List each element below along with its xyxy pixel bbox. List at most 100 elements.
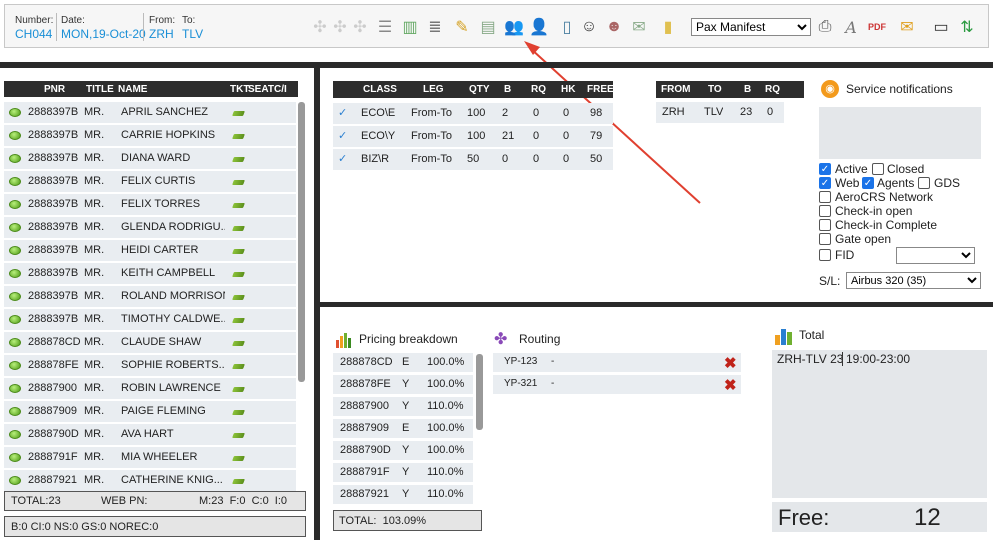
- legs-to: TLV: [704, 106, 724, 118]
- closed-checkbox[interactable]: [872, 163, 884, 175]
- free-box: Free: 12: [772, 502, 987, 532]
- pricing-row[interactable]: 2888790D Y 100.0%: [333, 441, 473, 460]
- pax-name: FELIX TORRES: [121, 198, 201, 210]
- pax-name: APRIL SANCHEZ: [121, 106, 209, 118]
- class-code: ECO\E: [361, 107, 396, 119]
- pricing-pnr: 288878CD: [340, 356, 393, 368]
- class-row[interactable]: ✓ ECO\Y From-To 100 21 0 0 79: [333, 126, 613, 147]
- checkin-status-icon: [9, 108, 21, 117]
- pax-row[interactable]: 2888397B MR. FELIX CURTIS: [4, 171, 296, 192]
- pax-row[interactable]: 2888397B MR. FELIX TORRES: [4, 194, 296, 215]
- col-seat: SEAT: [248, 84, 274, 95]
- checkin-status-icon: [9, 246, 21, 255]
- checkin-status-icon: [9, 131, 21, 140]
- pax-total: TOTAL:23: [11, 495, 61, 507]
- checkin-open-label: Check-in open: [835, 204, 913, 218]
- pax-title: MR.: [84, 313, 105, 325]
- web-checkbox[interactable]: ✓: [819, 177, 831, 189]
- total-title: Total: [799, 328, 825, 342]
- pricing-row[interactable]: 2888791F Y 110.0%: [333, 463, 473, 482]
- routing-row[interactable]: YP-123 - ✖: [493, 353, 741, 372]
- pricing-percent: 100.0%: [427, 422, 465, 434]
- gate-open-checkbox[interactable]: [819, 233, 831, 245]
- fid-checkbox[interactable]: [819, 249, 831, 261]
- pax-totals: TOTAL:23 WEB PN: M:23 F:0 C:0 I:0: [4, 491, 306, 511]
- checkin-complete-checkbox[interactable]: [819, 219, 831, 231]
- pax-name: MIA WHEELER: [121, 451, 198, 463]
- pax-scrollbar[interactable]: [298, 102, 305, 382]
- col-to: TO: [708, 84, 722, 95]
- pax-row[interactable]: 2888397B MR. CARRIE HOPKINS: [4, 125, 296, 146]
- pax-pnr: 2888397B: [28, 221, 79, 233]
- checkin-status-icon: [9, 476, 21, 485]
- checkin-status-icon: [9, 361, 21, 370]
- gate-open-label: Gate open: [835, 232, 892, 246]
- aerocrs-checkbox[interactable]: [819, 191, 831, 203]
- pax-row[interactable]: 2888790D MR. AVA HART: [4, 424, 296, 445]
- divider: [842, 352, 843, 366]
- pax-row[interactable]: 28887900 MR. ROBIN LAWRENCE: [4, 378, 296, 399]
- fid-select[interactable]: [896, 247, 975, 264]
- ticket-icon: [232, 203, 245, 208]
- pax-row[interactable]: 288878FE MR. SOPHIE ROBERTS...: [4, 355, 296, 376]
- pricing-row[interactable]: 288878FE Y 100.0%: [333, 375, 473, 394]
- checkin-status-icon: [9, 177, 21, 186]
- pax-row[interactable]: 2888397B MR. HEIDI CARTER: [4, 240, 296, 261]
- pax-row[interactable]: 2888397B MR. KEITH CAMPBELL: [4, 263, 296, 284]
- pax-row[interactable]: 28887909 MR. PAIGE FLEMING: [4, 401, 296, 422]
- class-qty: 100: [467, 107, 486, 119]
- pricing-scrollbar[interactable]: [476, 354, 483, 430]
- class-row[interactable]: ✓ BIZ\R From-To 50 0 0 0 50: [333, 149, 613, 170]
- delete-icon[interactable]: ✖: [724, 354, 737, 372]
- pricing-row[interactable]: 28887900 Y 110.0%: [333, 397, 473, 416]
- agents-checkbox[interactable]: ✓: [862, 177, 874, 189]
- sl-select[interactable]: Airbus 320 (35): [846, 272, 981, 289]
- pax-row[interactable]: 2888397B MR. ROLAND MORRISON: [4, 286, 296, 307]
- ticket-icon: [232, 295, 245, 300]
- class-code: BIZ\R: [361, 153, 390, 165]
- pricing-total-bar: TOTAL: 103.09%: [333, 510, 482, 531]
- ticket-icon: [232, 249, 245, 254]
- routing-row[interactable]: YP-321 - ✖: [493, 375, 741, 394]
- pricing-chart-icon: [335, 330, 353, 348]
- pax-pnr: 2888397B: [28, 175, 79, 187]
- pax-row[interactable]: 28887921 MR. CATHERINE KNIG...: [4, 470, 296, 491]
- free-label: Free:: [778, 505, 830, 530]
- col-legs-b: B: [744, 84, 752, 95]
- active-checkbox[interactable]: ✓: [819, 163, 831, 175]
- pax-name: ROBIN LAWRENCE: [121, 382, 221, 394]
- pricing-row[interactable]: 288878CD E 100.0%: [333, 353, 473, 372]
- pax-row[interactable]: 2888397B MR. APRIL SANCHEZ: [4, 102, 296, 123]
- legs-from: ZRH: [662, 106, 685, 118]
- pricing-percent: 100.0%: [427, 356, 465, 368]
- divider-middle: [320, 302, 993, 307]
- class-row[interactable]: ✓ ECO\E From-To 100 2 0 0 98: [333, 103, 613, 124]
- puzzle-icon: ✤: [494, 331, 508, 348]
- checkin-status-icon: [9, 223, 21, 232]
- pax-name: HEIDI CARTER: [121, 244, 199, 256]
- closed-label: Closed: [887, 162, 925, 176]
- pricing-row[interactable]: 28887921 Y 110.0%: [333, 485, 473, 504]
- checkin-status-icon: [9, 384, 21, 393]
- pax-name: SOPHIE ROBERTS...: [121, 359, 225, 371]
- pax-title: MR.: [84, 336, 105, 348]
- pax-title: MR.: [84, 428, 105, 440]
- legs-header: FROM TO B RQ: [656, 81, 804, 98]
- pax-title: MR.: [84, 129, 105, 141]
- pax-title: MR.: [84, 359, 105, 371]
- legs-row[interactable]: ZRH TLV 23 0: [656, 102, 784, 123]
- ticket-icon: [232, 364, 245, 369]
- gds-checkbox[interactable]: [918, 177, 930, 189]
- pax-row[interactable]: 2888791F MR. MIA WHEELER: [4, 447, 296, 468]
- pax-row[interactable]: 2888397B MR. DIANA WARD: [4, 148, 296, 169]
- pax-row[interactable]: 2888397B MR. TIMOTHY CALDWE...: [4, 309, 296, 330]
- pax-row[interactable]: 288878CD MR. CLAUDE SHAW: [4, 332, 296, 353]
- delete-icon[interactable]: ✖: [724, 376, 737, 394]
- col-qty: QTY: [469, 84, 490, 95]
- pricing-total: TOTAL: 103.09%: [339, 515, 427, 527]
- checkin-open-checkbox[interactable]: [819, 205, 831, 217]
- pricing-row[interactable]: 28887909 E 100.0%: [333, 419, 473, 438]
- pax-row[interactable]: 2888397B MR. GLENDA RODRIGU...: [4, 217, 296, 238]
- col-b: B: [504, 84, 512, 95]
- active-label: Active: [835, 162, 868, 176]
